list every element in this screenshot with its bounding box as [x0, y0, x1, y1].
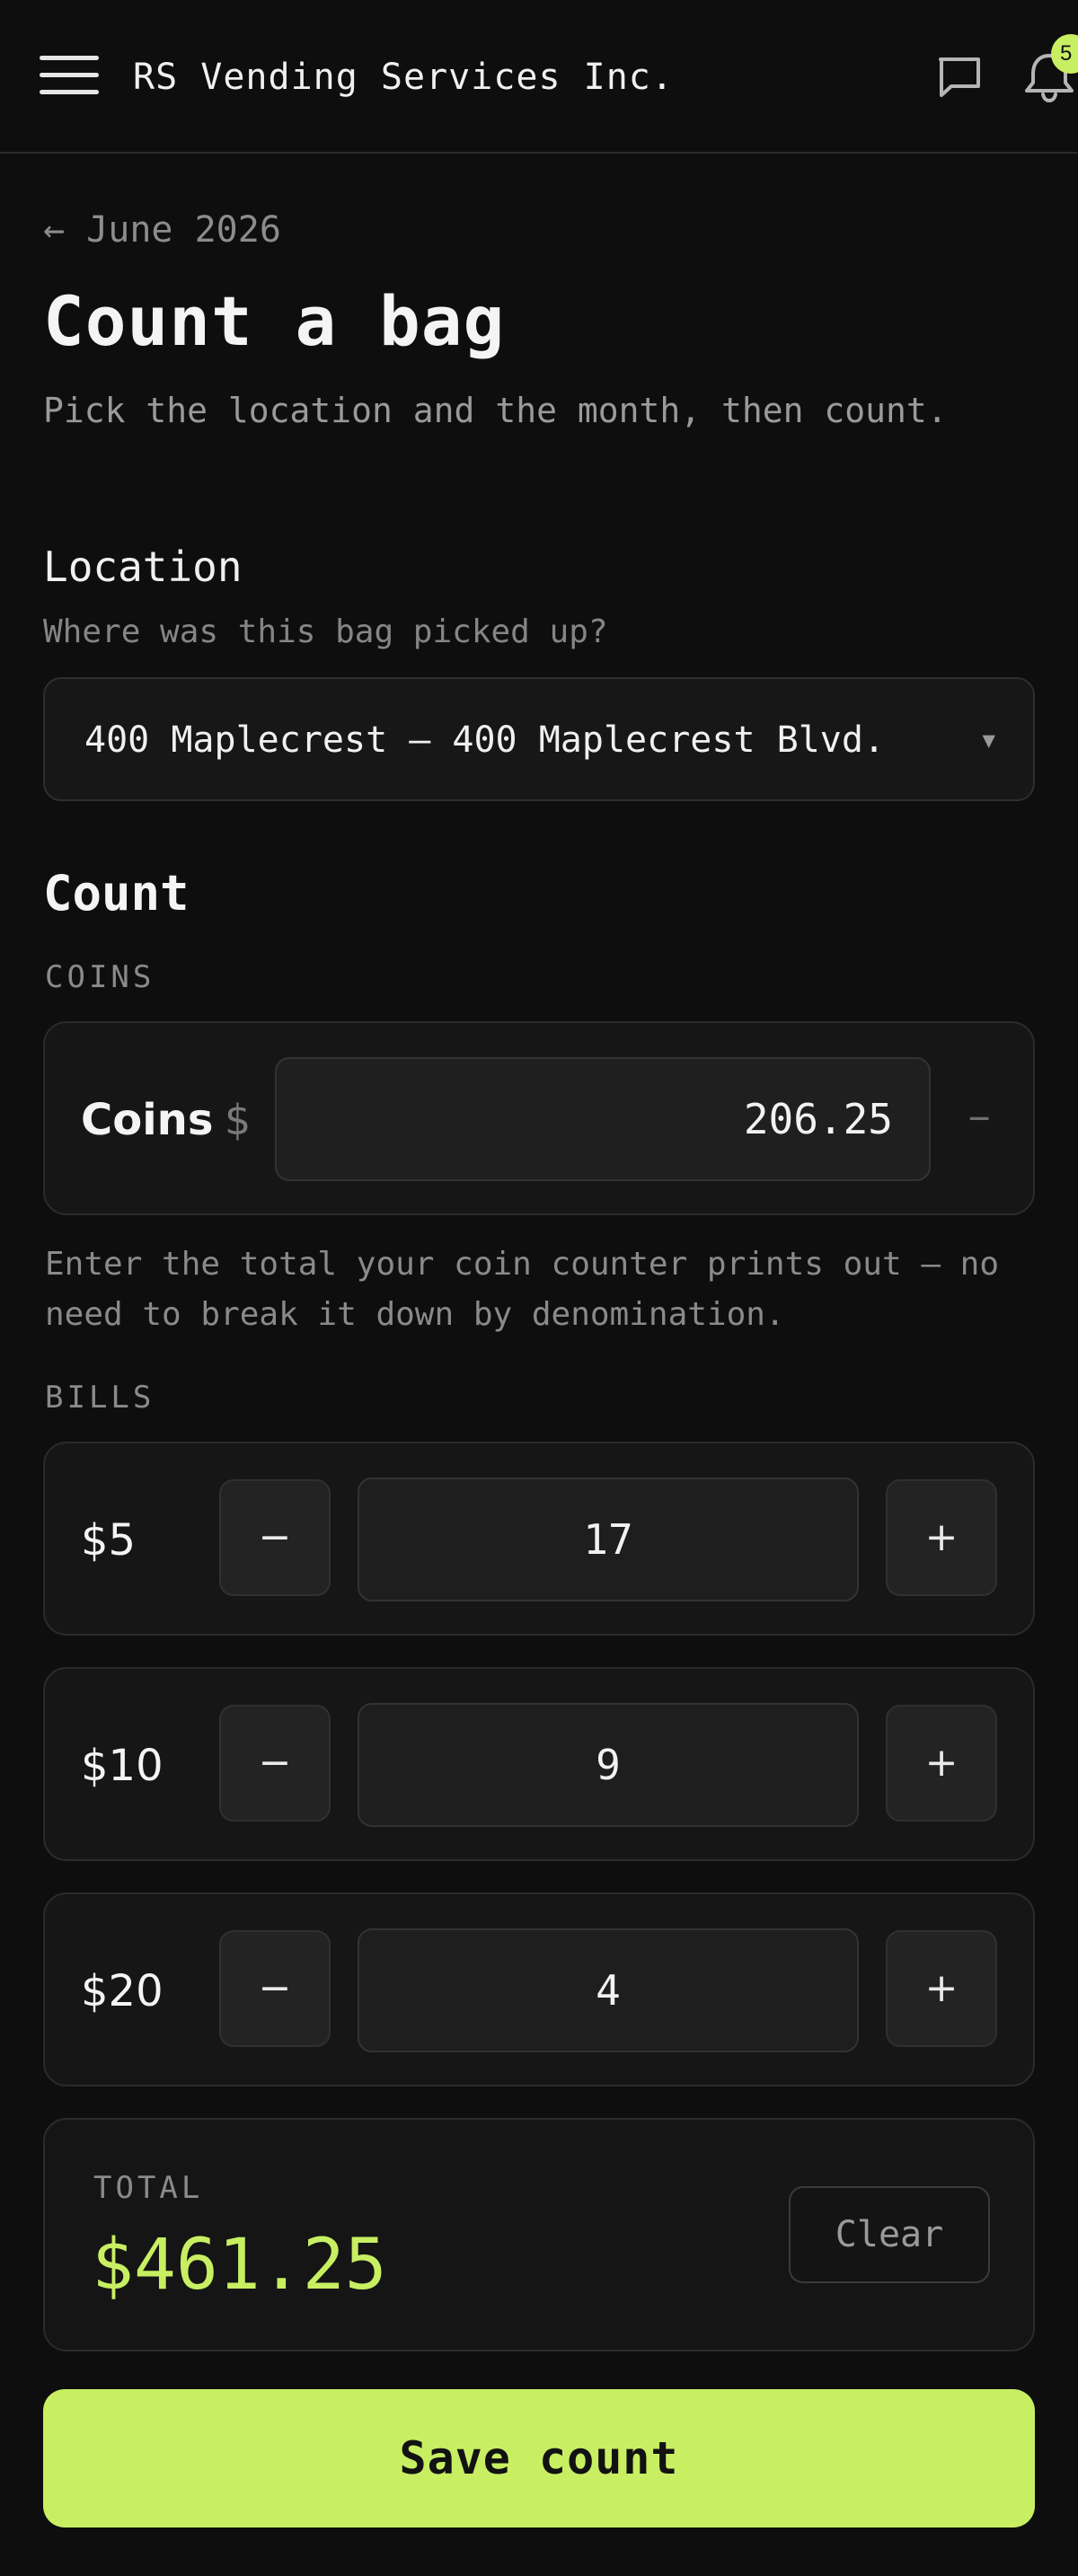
- save-count-button[interactable]: Save count: [43, 2389, 1035, 2527]
- currency-symbol: $: [225, 1096, 252, 1144]
- total-card: TOTAL $461.25 Clear: [43, 2118, 1035, 2351]
- chat-bubble-icon[interactable]: [935, 54, 985, 102]
- bill-denomination-label: $10: [81, 1741, 163, 1791]
- bill-quantity-input[interactable]: [358, 1928, 859, 2052]
- decrement-button[interactable]: −: [219, 1705, 331, 1822]
- location-label: Location: [43, 543, 243, 591]
- total-value: $461.25: [92, 2225, 387, 2306]
- decrement-button[interactable]: −: [219, 1479, 331, 1596]
- company-name: RS Vending Services Inc.: [133, 57, 674, 98]
- coins-card: Coins $ −: [43, 1021, 1035, 1215]
- coins-help-text: Enter the total your coin counter prints…: [45, 1246, 1000, 1333]
- increment-button[interactable]: +: [886, 1705, 997, 1822]
- location-selected-value: 400 Maplecrest — 400 Maplecrest Blvd.: [84, 719, 886, 761]
- chevron-down-icon: ▼: [982, 728, 995, 753]
- decrement-button[interactable]: −: [219, 1930, 331, 2047]
- increment-button[interactable]: +: [886, 1479, 997, 1596]
- back-to-month-link[interactable]: ← June 2026: [43, 205, 281, 255]
- bill-row-5: $5 − +: [43, 1442, 1035, 1636]
- bill-row-10: $10 − +: [43, 1667, 1035, 1861]
- bill-quantity-input[interactable]: [358, 1703, 859, 1827]
- location-select[interactable]: 400 Maplecrest — 400 Maplecrest Blvd. ▼: [43, 677, 1035, 801]
- coins-amount-input[interactable]: [275, 1057, 931, 1181]
- page-title: Count a bag: [43, 281, 506, 361]
- bill-quantity-input[interactable]: [358, 1478, 859, 1601]
- coins-clear-button[interactable]: −: [952, 1086, 1006, 1151]
- count-heading: Count: [43, 865, 190, 922]
- top-bar: RS Vending Services Inc. 5: [0, 0, 1078, 154]
- location-hint: Where was this bag picked up?: [43, 613, 608, 650]
- bills-section-label: BILLS: [45, 1380, 155, 1416]
- coins-label: Coins: [81, 1095, 214, 1145]
- bill-denomination-label: $5: [81, 1515, 137, 1566]
- increment-button[interactable]: +: [886, 1930, 997, 2047]
- coins-section-label: COINS: [45, 959, 155, 995]
- bill-denomination-label: $20: [81, 1966, 163, 2016]
- page-subtitle: Pick the location and the month, then co…: [43, 391, 948, 430]
- clear-button[interactable]: Clear: [789, 2186, 990, 2283]
- hamburger-menu-icon[interactable]: [40, 54, 101, 97]
- bill-row-20: $20 − +: [43, 1892, 1035, 2086]
- total-label: TOTAL: [93, 2170, 204, 2206]
